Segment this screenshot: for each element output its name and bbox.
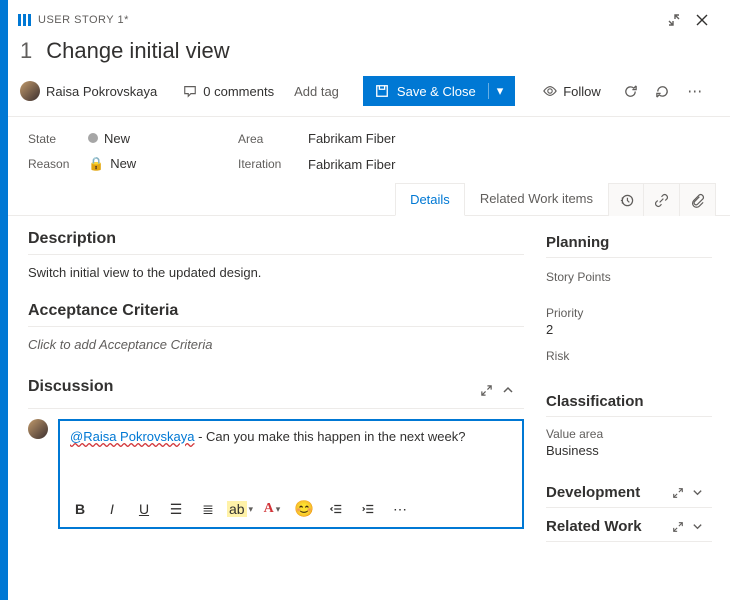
- state-dot-icon: [88, 133, 98, 143]
- bullet-list-icon[interactable]: ☰: [164, 497, 188, 521]
- save-and-close-button[interactable]: Save & Close ▾: [363, 76, 515, 106]
- description-heading: Description: [28, 230, 524, 248]
- story-points-label: Story Points: [546, 270, 712, 284]
- work-item-title[interactable]: Change initial view: [46, 38, 229, 64]
- discussion-editor[interactable]: @Raisa Pokrovskaya - Can you make this h…: [58, 419, 524, 529]
- comment-text: - Can you make this happen in the next w…: [194, 429, 465, 444]
- iteration-label: Iteration: [238, 157, 308, 171]
- follow-icon: [543, 84, 557, 98]
- comment-icon: [183, 84, 197, 98]
- tab-related-work-items[interactable]: Related Work items: [465, 182, 608, 215]
- editor-content[interactable]: @Raisa Pokrovskaya - Can you make this h…: [60, 421, 522, 491]
- acceptance-placeholder[interactable]: Click to add Acceptance Criteria: [28, 337, 524, 352]
- work-item-id: 1: [20, 38, 32, 64]
- save-icon: [375, 84, 389, 98]
- assignee-name[interactable]: Raisa Pokrovskaya: [46, 84, 157, 99]
- refresh-icon[interactable]: [617, 77, 645, 105]
- meta-row: Raisa Pokrovskaya 0 comments Add tag Sav…: [8, 74, 730, 117]
- state-label: State: [28, 132, 88, 146]
- risk-label: Risk: [546, 349, 712, 363]
- expand-icon[interactable]: [672, 487, 692, 499]
- development-heading: Development: [546, 484, 640, 501]
- comment-avatar: [28, 419, 48, 439]
- follow-label: Follow: [563, 84, 601, 99]
- header-top: USER STORY 1*: [8, 0, 730, 36]
- discussion-heading: Discussion: [28, 378, 113, 396]
- undo-icon[interactable]: [649, 77, 677, 105]
- tab-attachments-icon[interactable]: [680, 183, 716, 216]
- tab-links-icon[interactable]: [644, 183, 680, 216]
- expand-icon[interactable]: [672, 521, 692, 533]
- classification-heading: Classification: [546, 393, 712, 410]
- divider: [28, 408, 524, 409]
- comments-link[interactable]: 0 comments: [183, 84, 274, 99]
- divider: [546, 257, 712, 258]
- indent-icon[interactable]: [356, 497, 380, 521]
- toolbar-more-icon[interactable]: ⋯: [388, 497, 412, 521]
- fields-grid: State New Area Fabrikam Fiber Reason 🔒Ne…: [8, 117, 730, 176]
- divider: [546, 541, 712, 542]
- work-item-type-icon: [18, 14, 32, 26]
- outdent-icon[interactable]: [324, 497, 348, 521]
- divider: [28, 254, 524, 255]
- area-value[interactable]: Fabrikam Fiber: [308, 131, 716, 146]
- reason-label: Reason: [28, 157, 88, 171]
- acceptance-heading: Acceptance Criteria: [28, 302, 524, 320]
- value-area-label: Value area: [546, 427, 712, 441]
- avatar[interactable]: [20, 81, 40, 101]
- chevron-down-icon[interactable]: [692, 487, 712, 498]
- divider: [546, 507, 712, 508]
- title-row: 1 Change initial view: [8, 36, 730, 74]
- highlight-icon[interactable]: ab▾: [228, 497, 252, 521]
- reason-value[interactable]: 🔒New: [88, 156, 238, 172]
- collapse-chevron-icon[interactable]: [502, 384, 524, 396]
- underline-icon[interactable]: U: [132, 497, 156, 521]
- lock-icon: 🔒: [88, 156, 104, 171]
- italic-icon[interactable]: I: [100, 497, 124, 521]
- chevron-down-icon[interactable]: [692, 521, 712, 532]
- iteration-value[interactable]: Fabrikam Fiber: [308, 157, 716, 172]
- planning-heading: Planning: [546, 234, 712, 251]
- comments-count: 0 comments: [203, 84, 274, 99]
- close-icon[interactable]: [688, 6, 716, 34]
- state-value[interactable]: New: [88, 131, 238, 146]
- accent-rail: [0, 0, 8, 600]
- priority-label: Priority: [546, 306, 712, 320]
- area-label: Area: [238, 132, 308, 146]
- work-item-type-label: USER STORY 1*: [38, 14, 129, 26]
- tab-details[interactable]: Details: [395, 183, 465, 216]
- numbered-list-icon[interactable]: ≣: [196, 497, 220, 521]
- save-close-label: Save & Close: [397, 84, 476, 99]
- bold-icon[interactable]: B: [68, 497, 92, 521]
- tabs-row: Details Related Work items: [8, 176, 730, 216]
- save-dropdown-caret[interactable]: ▾: [488, 83, 504, 99]
- more-actions-icon[interactable]: ⋯: [681, 77, 709, 105]
- related-work-heading: Related Work: [546, 518, 642, 535]
- divider: [28, 326, 524, 327]
- editor-toolbar: B I U ☰ ≣ ab▾ A▾ 😊 ⋯: [60, 491, 522, 527]
- tab-history-icon[interactable]: [608, 183, 644, 216]
- emoji-icon[interactable]: 😊: [292, 497, 316, 521]
- add-tag-button[interactable]: Add tag: [294, 84, 339, 99]
- restore-window-icon[interactable]: [660, 6, 688, 34]
- main-column: Description Switch initial view to the u…: [8, 216, 540, 600]
- value-area-value[interactable]: Business: [546, 443, 712, 458]
- priority-value[interactable]: 2: [546, 322, 712, 337]
- font-color-icon[interactable]: A▾: [260, 497, 284, 521]
- expand-icon[interactable]: [480, 384, 502, 397]
- mention[interactable]: @Raisa Pokrovskaya: [70, 429, 194, 444]
- divider: [546, 416, 712, 417]
- follow-button[interactable]: Follow: [543, 84, 601, 99]
- description-text[interactable]: Switch initial view to the updated desig…: [28, 265, 524, 280]
- side-column: Planning Story Points Priority 2 Risk Cl…: [540, 216, 730, 600]
